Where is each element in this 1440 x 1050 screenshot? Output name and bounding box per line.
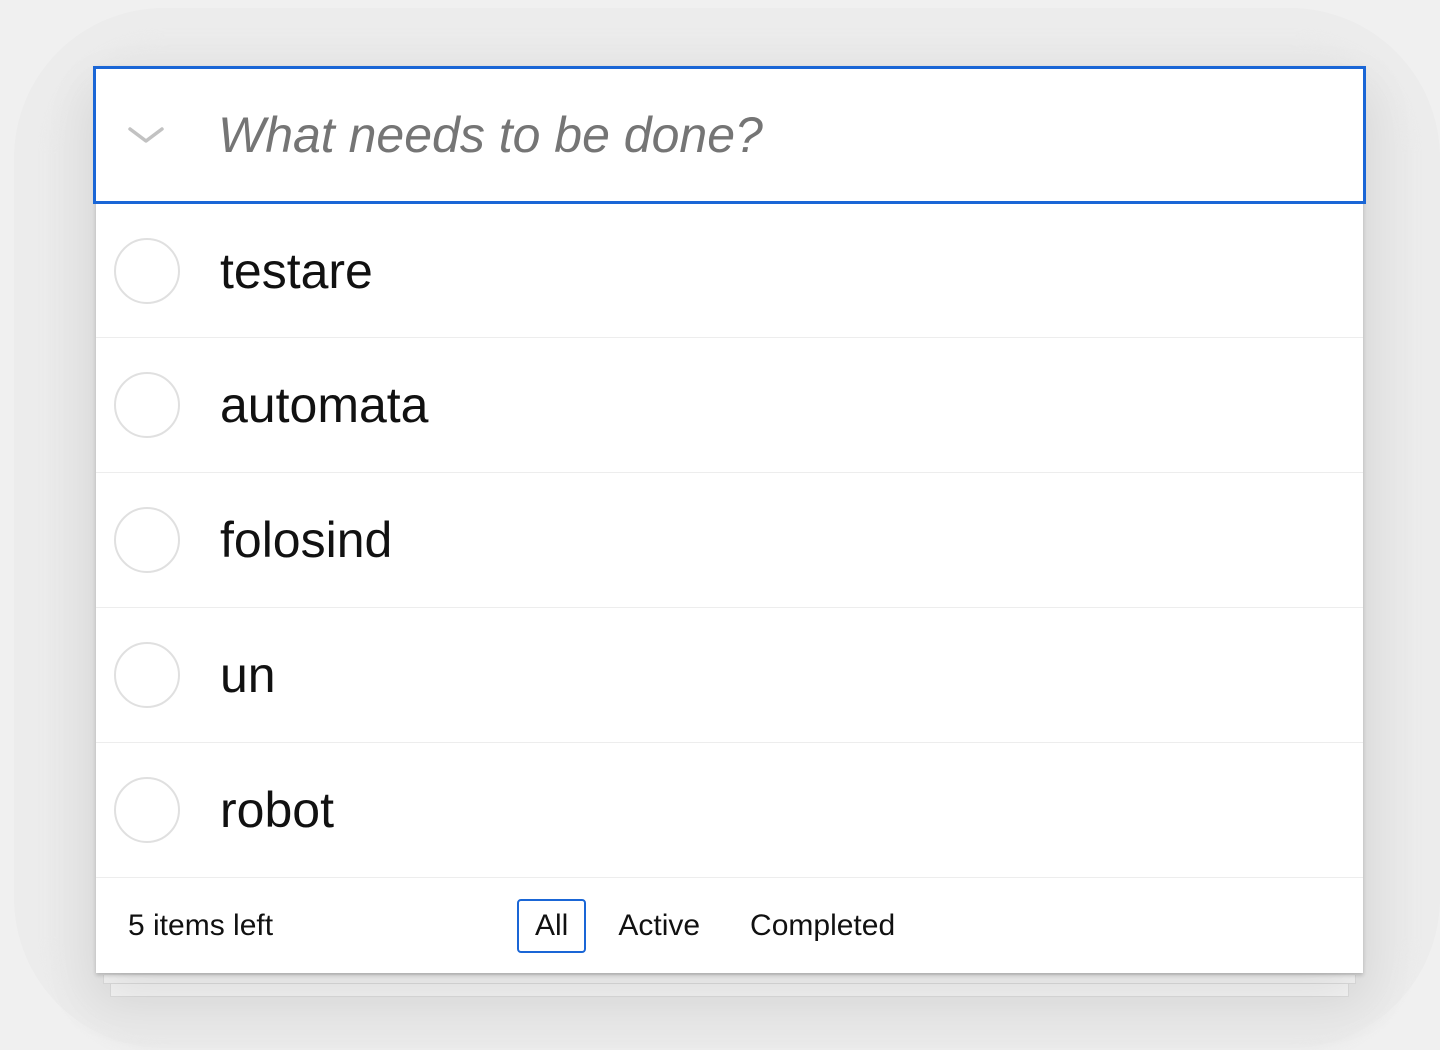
- todo-footer: 5 items left All Active Completed: [96, 878, 1363, 973]
- todo-label[interactable]: folosind: [220, 515, 392, 565]
- new-todo-input[interactable]: [196, 69, 1363, 201]
- filter-completed[interactable]: Completed: [732, 899, 913, 953]
- todo-label[interactable]: automata: [220, 380, 428, 430]
- todo-label[interactable]: un: [220, 650, 276, 700]
- todo-header: [93, 66, 1366, 204]
- todo-item[interactable]: automata: [96, 338, 1363, 473]
- todo-toggle-checkbox[interactable]: [114, 777, 180, 843]
- stack-shadow-2: [110, 984, 1349, 997]
- chevron-down-icon: [126, 123, 166, 147]
- todo-label[interactable]: robot: [220, 785, 334, 835]
- todo-item[interactable]: robot: [96, 743, 1363, 878]
- todo-item[interactable]: un: [96, 608, 1363, 743]
- filter-active[interactable]: Active: [600, 899, 718, 953]
- todo-toggle-checkbox[interactable]: [114, 642, 180, 708]
- filter-all[interactable]: All: [517, 898, 587, 953]
- todo-item[interactable]: testare: [96, 204, 1363, 338]
- items-left-count: 5 items left: [128, 908, 274, 942]
- filter-list: All Active Completed: [517, 898, 917, 953]
- todo-item[interactable]: folosind: [96, 473, 1363, 608]
- stack-shadow-1: [103, 975, 1356, 984]
- todo-toggle-checkbox[interactable]: [114, 507, 180, 573]
- todo-toggle-checkbox[interactable]: [114, 237, 180, 304]
- todo-app: testare automata folosind un robot 5 ite…: [93, 66, 1366, 973]
- toggle-all-button[interactable]: [96, 69, 196, 201]
- todo-label[interactable]: testare: [220, 246, 373, 296]
- todo-list: testare automata folosind un robot: [96, 204, 1363, 878]
- todo-toggle-checkbox[interactable]: [114, 372, 180, 438]
